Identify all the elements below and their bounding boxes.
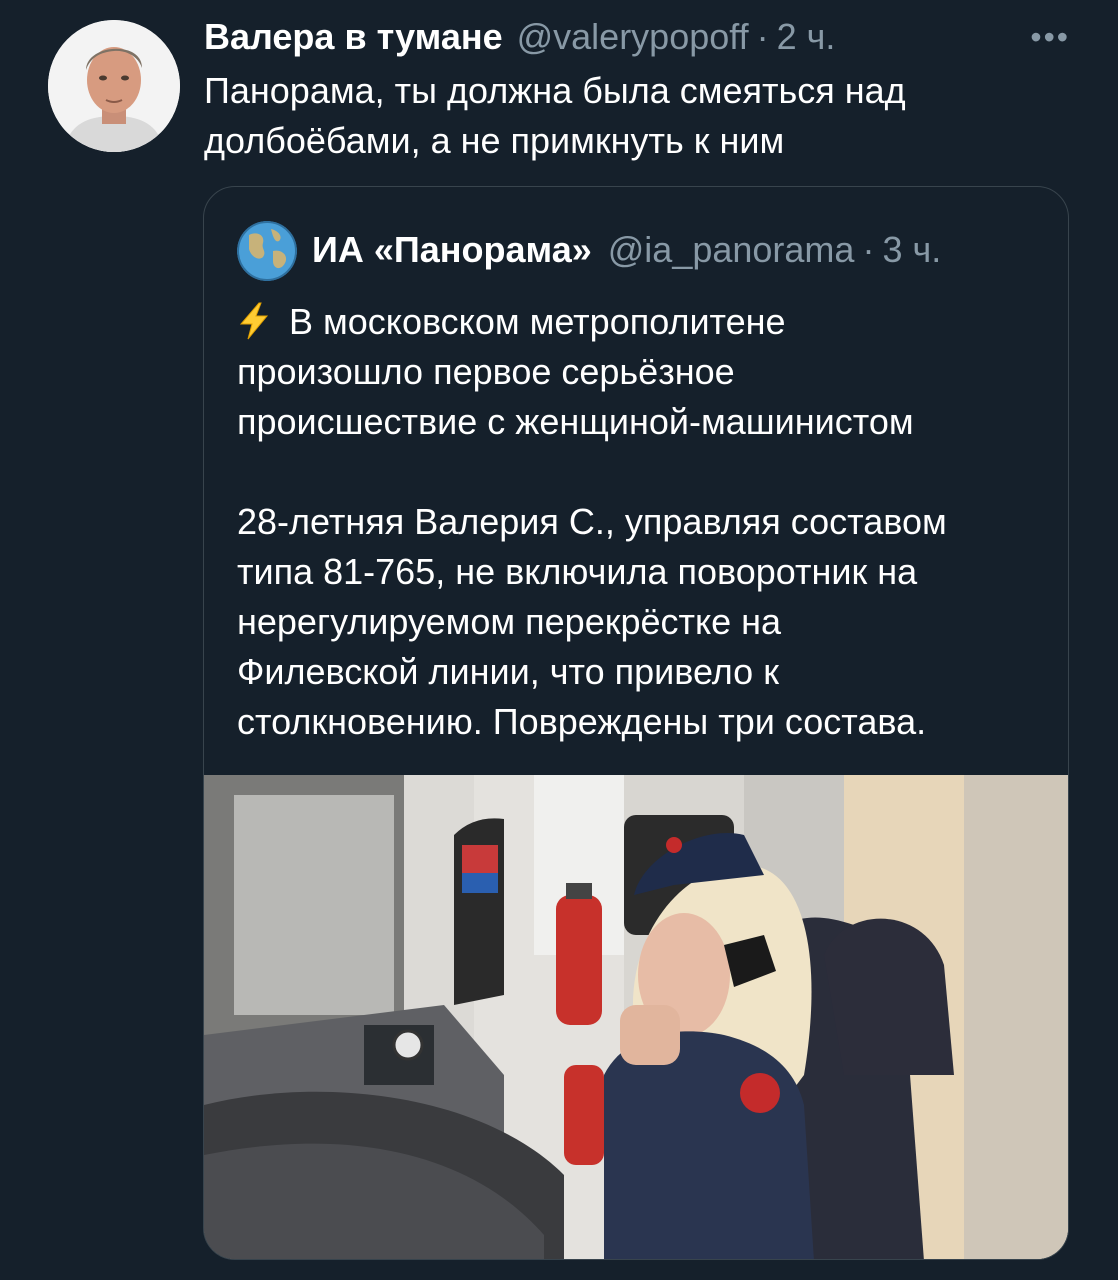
quoted-tweet-text-block: В московском метрополитене произошло пер… <box>237 297 1047 747</box>
author-avatar[interactable] <box>48 20 180 152</box>
more-icon[interactable]: ••• <box>1030 14 1070 60</box>
lightning-bolt-icon <box>239 302 269 340</box>
globe-icon[interactable] <box>237 221 297 281</box>
quoted-tweet[interactable]: ИА «Панорама» @ia_panorama · 3 ч. В моск… <box>203 186 1069 1260</box>
tweet-timestamp[interactable]: 2 ч. <box>777 16 836 58</box>
author-photo <box>48 20 180 152</box>
separator-dot: · <box>756 16 769 57</box>
tweet-text: Панорама, ты должна была смеяться над до… <box>204 70 906 161</box>
quoted-tweet-header: ИА «Панорама» @ia_panorama · 3 ч. <box>312 225 941 275</box>
separator-dot: · <box>862 229 875 270</box>
tweet[interactable]: Валера в тумане @valerypopoff · 2 ч. •••… <box>0 0 1118 1280</box>
photo-icon[interactable] <box>204 775 1068 1259</box>
tweet-header: Валера в тумане @valerypopoff · 2 ч. <box>204 14 835 60</box>
quoted-tweet-timestamp[interactable]: 3 ч. <box>882 229 941 271</box>
author-handle[interactable]: @valerypopoff <box>517 16 749 58</box>
quoted-author-name[interactable]: ИА «Панорама» <box>312 229 592 271</box>
quoted-author-handle[interactable]: @ia_panorama <box>608 229 855 271</box>
author-name[interactable]: Валера в тумане <box>204 16 503 58</box>
quoted-tweet-text: В московском метрополитене произошло пер… <box>237 301 947 742</box>
